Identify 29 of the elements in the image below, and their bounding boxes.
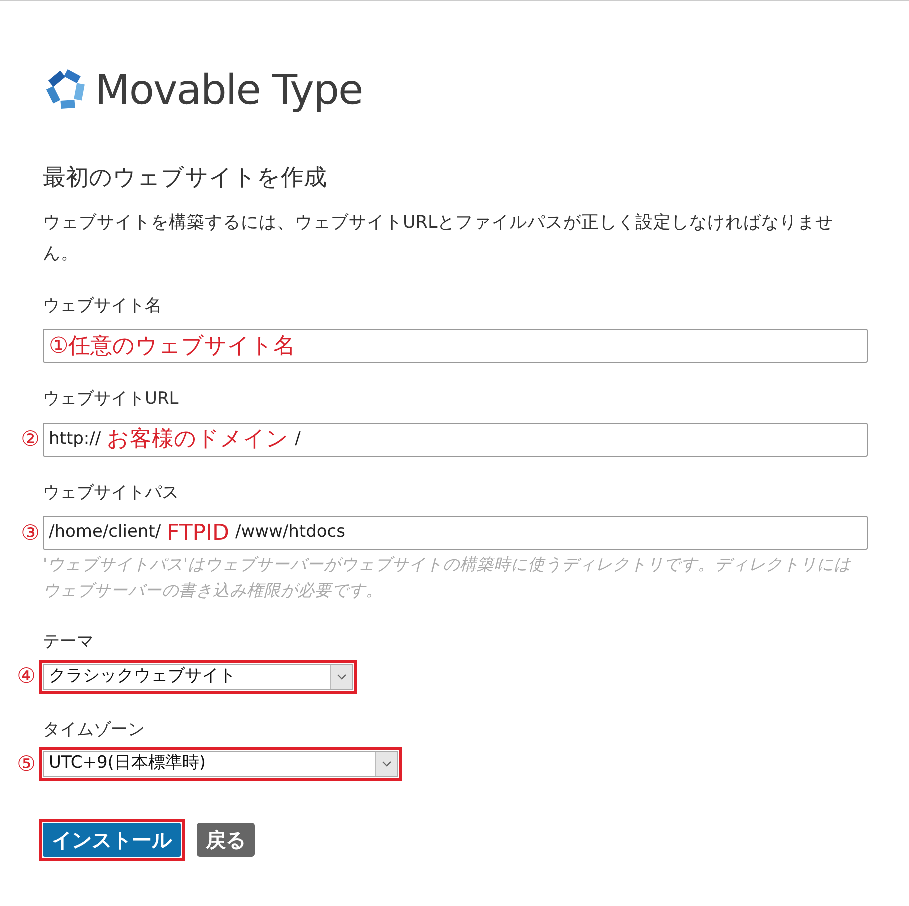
field-value: /www/htdocs xyxy=(235,521,346,544)
annotation-marker: ② xyxy=(21,427,40,451)
annotation-marker: ③ xyxy=(21,520,40,544)
annotation-marker: ④ xyxy=(17,664,36,688)
back-button[interactable]: 戻る xyxy=(197,823,255,857)
help-text: 'ウェブサイトパス'はウェブサーバーがウェブサイトの構築時に使うディレクトリです。ディレクトリにはウェブサーバーの書き込み権限が必要です。 xyxy=(43,554,852,602)
field-label: タイムゾーン xyxy=(43,718,146,742)
select-field[interactable]: UTC+9(日本標準時) xyxy=(43,751,398,777)
field-value: http:// xyxy=(49,428,102,451)
field-label: テーマ xyxy=(43,631,95,654)
description-text: ウェブサイトを構築するには、ウェブサイトURLとファイルパスが正しく設定しなければなりません。 xyxy=(43,212,835,266)
annotation-text: ①任意のウェブサイト名 xyxy=(49,332,296,360)
field-value: /home/client/ xyxy=(49,521,162,544)
field-label: ウェブサイト名 xyxy=(43,294,163,318)
install-button[interactable]: インストール xyxy=(43,823,181,857)
field-label: ウェブサイトURL xyxy=(43,388,180,411)
page-heading: 最初のウェブサイトを作成 xyxy=(43,164,328,193)
input-field[interactable]: http:// お客様のドメイン / xyxy=(43,422,868,456)
annotation-text: FTPID xyxy=(167,520,230,548)
field-label: ウェブサイトパス xyxy=(43,482,180,504)
input-field[interactable]: /home/client/ FTPID /www/htdocs xyxy=(43,516,868,550)
input-field[interactable]: ①任意のウェブサイト名 xyxy=(43,329,868,363)
logo-text: Movable Type xyxy=(95,70,363,110)
chevron-down-icon xyxy=(336,674,346,680)
annotation-marker: ⑤ xyxy=(17,752,36,776)
field-value: / xyxy=(295,428,301,451)
select-field[interactable]: クラシックウェブサイト xyxy=(43,664,353,690)
annotation-text: お客様のドメイン xyxy=(107,426,290,454)
chevron-down-icon xyxy=(382,761,392,767)
